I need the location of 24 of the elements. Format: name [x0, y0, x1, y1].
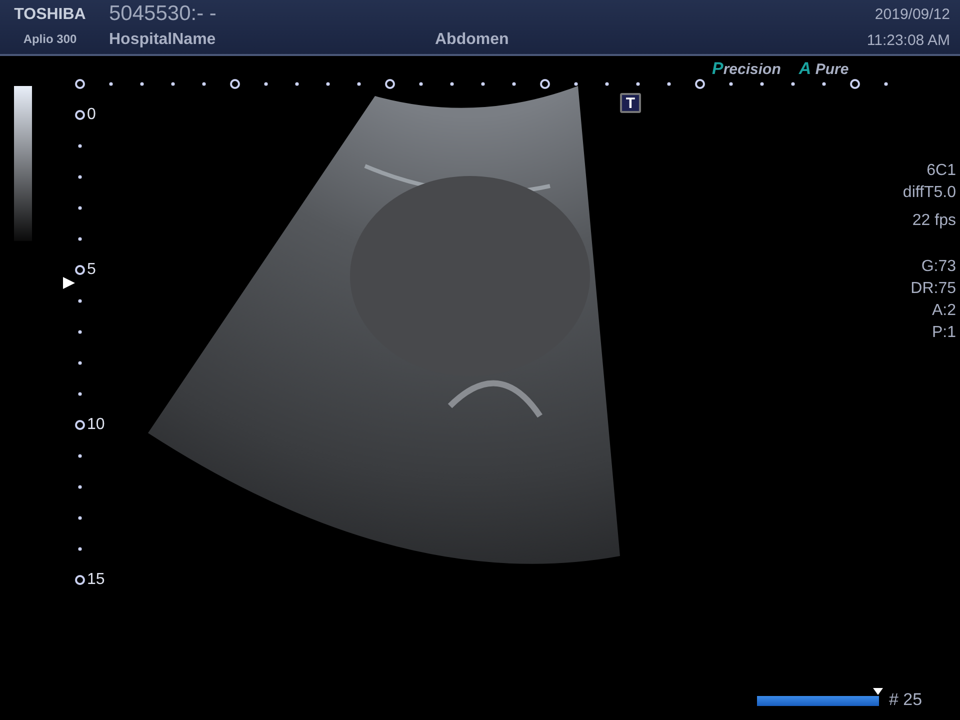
- depth-label: 0: [87, 106, 96, 124]
- mode-label: A Pure: [798, 59, 849, 79]
- parameter-value: DR:75: [910, 280, 956, 298]
- mode-label: Precision: [712, 59, 781, 79]
- time: 11:23:08 AM: [866, 32, 950, 49]
- frame-number: # 25: [889, 690, 922, 710]
- parameter-value: 22 fps: [912, 212, 956, 230]
- exam-name: Abdomen: [435, 31, 509, 50]
- hospital-name: HospitalName: [109, 31, 217, 49]
- position-marker-icon: [873, 688, 883, 695]
- parameter-value: 6C1: [926, 162, 956, 180]
- parameter-value: P:1: [932, 324, 956, 342]
- depth-label: 15: [87, 571, 105, 589]
- patient-id: 5045530:- -: [109, 2, 218, 26]
- date: 2019/09/12: [874, 6, 950, 23]
- brand-name: TOSHIBA: [14, 6, 86, 24]
- depth-label: 10: [87, 416, 105, 434]
- model-name: Aplio 300: [23, 32, 77, 46]
- focus-marker-icon: [63, 277, 75, 289]
- depth-label: 5: [87, 261, 96, 279]
- parameter-value: diffT5.0: [902, 184, 956, 202]
- t-badge: T: [620, 93, 641, 113]
- parameter-value: G:73: [921, 258, 956, 276]
- parameter-value: A:2: [932, 302, 956, 320]
